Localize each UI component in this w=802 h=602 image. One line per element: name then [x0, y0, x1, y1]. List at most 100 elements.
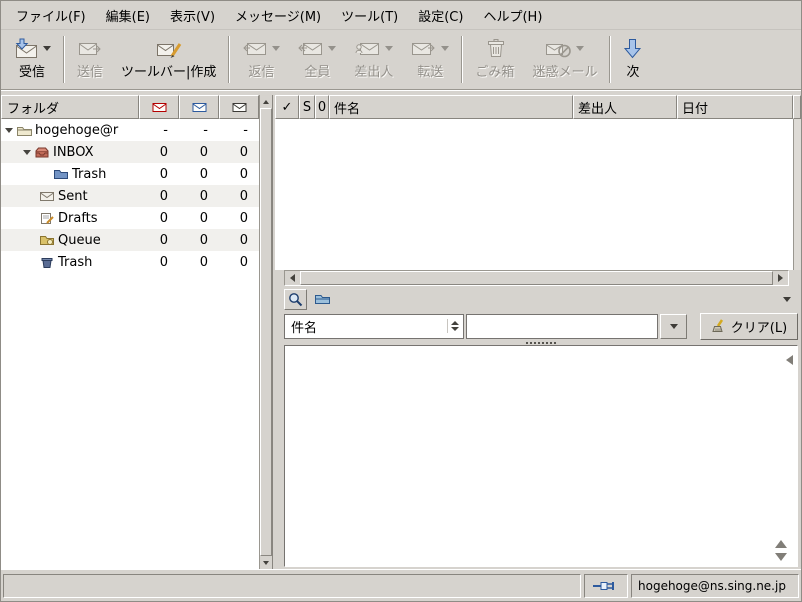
arrow-down-icon[interactable] [775, 553, 787, 561]
menu-view[interactable]: 表示(V) [160, 3, 225, 28]
combo-spinner[interactable] [447, 319, 462, 333]
compose-icon [156, 38, 182, 59]
menu-file[interactable]: ファイル(F) [6, 3, 96, 28]
forward-icon [411, 39, 436, 58]
folder-total-count: 0 [239, 188, 248, 204]
folder-tree: hogehoge@r - - - INBOX 0 0 0 Trash 0 0 0… [1, 119, 259, 273]
menu-message[interactable]: メッセージ(M) [225, 3, 331, 28]
scroll-right-button[interactable] [773, 271, 788, 285]
folder-row-queue[interactable]: Queue 0 0 0 [1, 229, 259, 251]
message-view [284, 342, 798, 567]
toolbar-separator [461, 36, 464, 83]
search-options-dropdown-icon[interactable] [783, 296, 791, 302]
folder-new-count: 0 [159, 232, 168, 248]
arrow-right-icon [778, 274, 783, 282]
account-status: hogehoge@ns.sing.ne.jp [631, 573, 799, 598]
scroll-up-button[interactable] [260, 95, 272, 108]
receive-button[interactable]: 受信 [4, 31, 60, 88]
compose-button[interactable]: ツールバー|作成 [112, 31, 225, 88]
folder-row-sent[interactable]: Sent 0 0 0 [1, 185, 259, 207]
junk-label: 迷惑メール [532, 65, 598, 80]
next-button[interactable]: 次 [614, 31, 651, 88]
scrollbar-thumb[interactable] [300, 271, 773, 285]
folder-total-count: - [243, 122, 248, 138]
menu-configuration[interactable]: 設定(C) [408, 3, 473, 28]
menu-edit[interactable]: 編集(E) [96, 3, 160, 28]
reply-sender-label: 差出人 [354, 65, 394, 80]
folder-unread-count: 0 [199, 210, 208, 226]
arrow-down-icon [263, 560, 269, 565]
folder-column-header[interactable]: フォルダ [1, 95, 139, 119]
message-pane: ✓ S 0 件名 差出人 日付 件名 クリア(L) [275, 95, 801, 569]
folder-row-inbox-trash[interactable]: Trash 0 0 0 [1, 163, 259, 185]
reply-all-dropdown-icon [328, 46, 337, 51]
menu-help[interactable]: ヘルプ(H) [473, 3, 552, 28]
folder-unread-count: - [203, 122, 208, 138]
message-list-empty-area[interactable] [275, 119, 793, 270]
drafts-icon [39, 212, 55, 225]
collapse-left-icon[interactable] [786, 355, 793, 365]
search-input[interactable] [466, 313, 658, 339]
message-list-hscrollbar[interactable] [284, 270, 789, 286]
search-button[interactable] [284, 288, 307, 310]
reply-label: 返信 [248, 65, 275, 80]
toolbar-separator [609, 36, 612, 83]
scrollbar-thumb[interactable] [260, 108, 272, 556]
trash-button: ごみ箱 [466, 31, 523, 88]
menubar: ファイル(F) 編集(E) 表示(V) メッセージ(M) ツール(T) 設定(C… [1, 1, 801, 30]
unread-mail-column-header[interactable] [179, 95, 219, 119]
folder-row-inbox[interactable]: INBOX 0 0 0 [1, 141, 259, 163]
clear-button[interactable]: クリア(L) [700, 312, 798, 340]
quick-search-bar [275, 286, 801, 312]
folder-row-drafts[interactable]: Drafts 0 0 0 [1, 207, 259, 229]
toolbar-separator [228, 36, 231, 83]
new-mail-column-header[interactable] [139, 95, 179, 119]
reply-sender-icon [355, 39, 380, 58]
folder-total-count: 0 [239, 232, 248, 248]
folder-new-count: - [163, 122, 168, 138]
search-field-combo[interactable]: 件名 [284, 313, 464, 339]
scroll-down-button[interactable] [260, 556, 272, 569]
folder-new-count: 0 [159, 188, 168, 204]
attachment-column-header[interactable]: 0 [315, 95, 329, 119]
folder-row-trash[interactable]: Trash 0 0 0 [1, 251, 259, 273]
queue-icon [39, 234, 55, 247]
pane-grip-icon[interactable] [526, 342, 556, 344]
message-list[interactable] [275, 119, 801, 270]
folder-icon [53, 168, 69, 181]
forward-dropdown-icon [441, 46, 450, 51]
message-list-vscrollbar[interactable] [793, 119, 801, 270]
status-column-header[interactable]: S [299, 95, 315, 119]
reply-sender-dropdown-icon [384, 46, 393, 51]
menu-tools[interactable]: ツール(T) [331, 3, 408, 28]
folder-pane-scrollbar[interactable] [259, 95, 272, 569]
folder-name: INBOX [53, 144, 94, 160]
expander-icon[interactable] [23, 149, 31, 155]
total-mail-column-header[interactable] [219, 95, 259, 119]
folder-name: Queue [58, 232, 101, 248]
subject-column-header[interactable]: 件名 [329, 95, 573, 119]
date-column-header[interactable]: 日付 [677, 95, 793, 119]
folder-unread-count: 0 [199, 166, 208, 182]
folder-pane: フォルダ hogehoge@r - - - INBOX 0 0 0 Trash … [1, 95, 259, 569]
clear-label: クリア(L) [730, 320, 788, 336]
folder-row-account[interactable]: hogehoge@r - - - [1, 119, 259, 141]
reply-all-button: 全員 [289, 31, 345, 88]
message-view-scroll-steppers[interactable] [775, 540, 787, 561]
receive-dropdown-icon[interactable] [43, 46, 51, 51]
folder-name: hogehoge@r [35, 122, 119, 138]
message-list-header: ✓ S 0 件名 差出人 日付 [275, 95, 801, 119]
expander-icon[interactable] [5, 127, 13, 133]
search-folder-button[interactable] [314, 293, 331, 306]
from-column-header[interactable]: 差出人 [573, 95, 677, 119]
scroll-left-button[interactable] [285, 271, 300, 285]
folder-name: Trash [72, 166, 107, 182]
clear-icon [711, 318, 726, 334]
folder-new-count: 0 [159, 254, 168, 270]
folder-name: Sent [58, 188, 88, 204]
account-folder-icon [16, 124, 32, 137]
search-history-dropdown-button[interactable] [660, 313, 687, 339]
connection-icon [592, 579, 620, 593]
arrow-up-icon[interactable] [775, 540, 787, 548]
mark-column-header[interactable]: ✓ [275, 95, 299, 119]
